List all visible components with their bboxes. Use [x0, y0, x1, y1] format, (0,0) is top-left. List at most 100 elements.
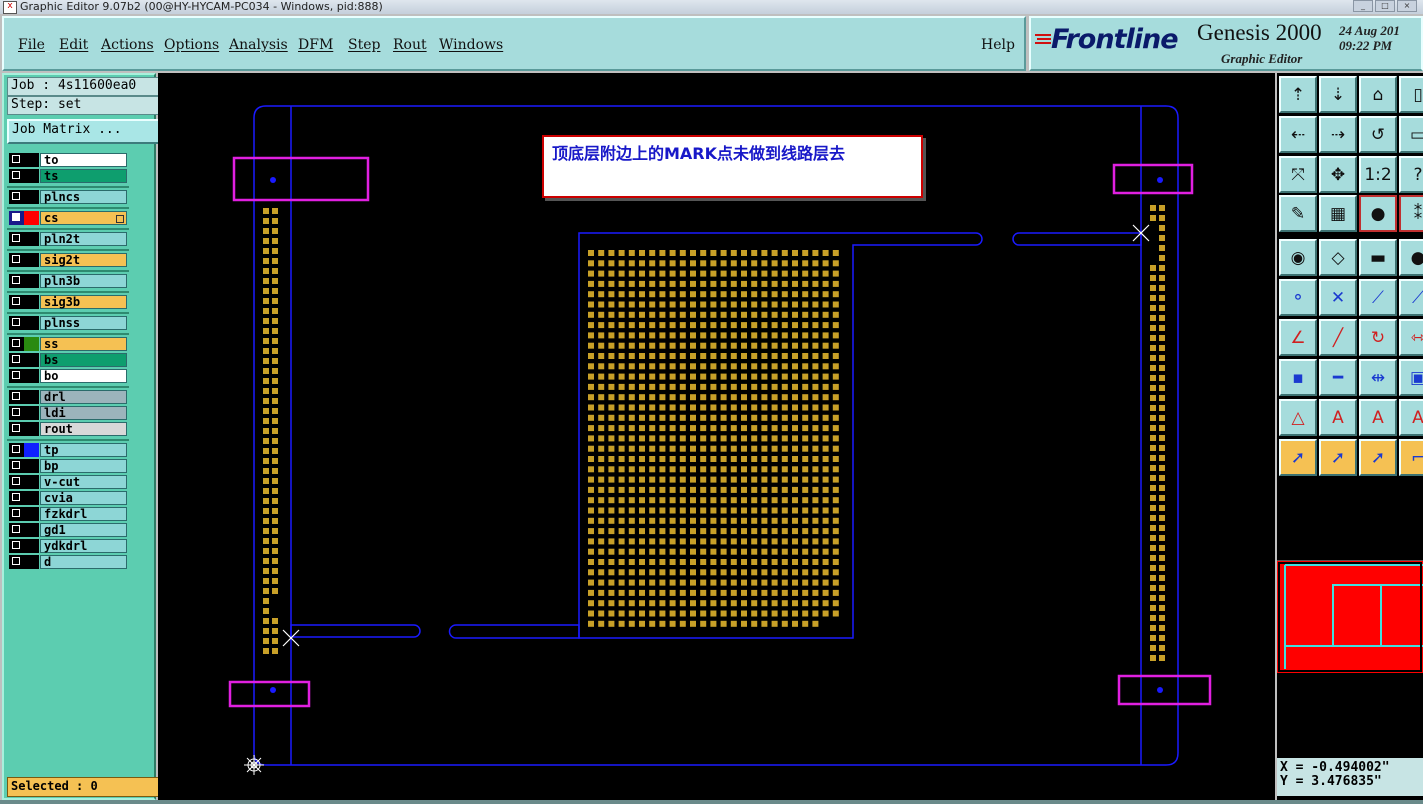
tool-button-pointer-step[interactable]: ⌐	[1399, 439, 1423, 476]
tool-button-zoom-home-down[interactable]: ⇣	[1319, 76, 1357, 113]
layer-checkbox[interactable]	[9, 253, 24, 267]
layer-row-bo[interactable]: bo	[9, 369, 127, 383]
layer-checkbox[interactable]	[9, 459, 24, 473]
layer-name[interactable]: drl	[40, 390, 127, 404]
tool-button-zoom-home-up[interactable]: ⇡	[1279, 76, 1317, 113]
tool-button-rotate-arc[interactable]: ↻	[1359, 319, 1397, 356]
tool-button-home[interactable]: ⌂	[1359, 76, 1397, 113]
layer-row-plncs[interactable]: plncs	[9, 190, 127, 204]
tool-button-pointer[interactable]: ➚	[1279, 439, 1317, 476]
layer-checkbox[interactable]	[9, 475, 24, 489]
close-button[interactable]: ×	[1397, 0, 1417, 12]
layer-name[interactable]: tp	[40, 443, 127, 457]
layer-checkbox[interactable]	[9, 295, 24, 309]
layer-checkbox[interactable]	[9, 316, 24, 330]
tool-button-slope-line[interactable]: ╱	[1319, 319, 1357, 356]
tool-button-pointer-diamond[interactable]: ➚	[1359, 439, 1397, 476]
menu-windows[interactable]: Windows	[439, 37, 503, 53]
tool-button-pad-select[interactable]: ▪	[1279, 359, 1317, 396]
layer-row-fzkdrl[interactable]: fzkdrl	[9, 507, 127, 521]
graphic-canvas[interactable]: 顶底层附边上的MARK点未做到线路层去	[158, 73, 1275, 800]
menu-edit[interactable]: Edit	[59, 37, 88, 53]
tool-button-pan-left[interactable]: ⇠	[1279, 116, 1317, 153]
tool-button-zoom-box[interactable]: ▭	[1399, 116, 1423, 153]
tool-button-polygon-b[interactable]: A	[1359, 399, 1397, 436]
layer-checkbox[interactable]	[9, 153, 24, 167]
tool-button-traffic-light[interactable]: ●	[1359, 195, 1397, 232]
layer-checkbox[interactable]	[9, 211, 24, 225]
layer-checkbox[interactable]	[9, 274, 24, 288]
layer-name[interactable]: gd1	[40, 523, 127, 537]
layer-name[interactable]: pln2t	[40, 232, 127, 246]
layer-name[interactable]: ts	[40, 169, 127, 183]
layer-checkbox[interactable]	[9, 353, 24, 367]
tool-button-pan-right[interactable]: ⇢	[1319, 116, 1357, 153]
layer-name[interactable]: pln3b	[40, 274, 127, 288]
layer-row-v-cut[interactable]: v-cut	[9, 475, 127, 489]
layer-name[interactable]: cs	[40, 211, 127, 225]
layer-checkbox[interactable]	[9, 369, 24, 383]
layer-checkbox[interactable]	[9, 523, 24, 537]
layer-name[interactable]: ydkdrl	[40, 539, 127, 553]
tool-button-snap[interactable]: ⁑	[1399, 195, 1423, 232]
layer-row-ldi[interactable]: ldi	[9, 406, 127, 420]
tool-button-ruler[interactable]: ▬	[1359, 239, 1397, 276]
layer-row-to[interactable]: to	[9, 153, 127, 167]
layer-row-cs[interactable]: cs	[9, 211, 127, 225]
layer-name[interactable]: ldi	[40, 406, 127, 420]
layer-name[interactable]: ss	[40, 337, 127, 351]
tool-button-scale-1-2[interactable]: 1:2	[1359, 156, 1397, 193]
layer-name[interactable]: cvia	[40, 491, 127, 505]
minimize-button[interactable]: _	[1353, 0, 1373, 12]
layer-checkbox[interactable]	[9, 539, 24, 553]
layer-checkbox[interactable]	[9, 422, 24, 436]
tool-button-page[interactable]: ▯	[1399, 76, 1423, 113]
layer-name[interactable]: bs	[40, 353, 127, 367]
tool-button-fit-selection[interactable]: ✥	[1319, 156, 1357, 193]
menu-options[interactable]: Options	[164, 37, 219, 53]
layer-row-gd1[interactable]: gd1	[9, 523, 127, 537]
layer-checkbox[interactable]	[9, 491, 24, 505]
menu-file[interactable]: File	[18, 37, 45, 53]
menu-help[interactable]: Help	[981, 37, 1015, 53]
job-matrix-button[interactable]: Job Matrix ...	[7, 119, 160, 144]
tool-button-flip[interactable]: ↺	[1359, 116, 1397, 153]
tool-button-dimension[interactable]: ⇹	[1359, 359, 1397, 396]
tool-button-angle[interactable]: ∠	[1279, 319, 1317, 356]
menu-rout[interactable]: Rout	[393, 37, 427, 53]
layer-row-pln3b[interactable]: pln3b	[9, 274, 127, 288]
layer-row-drl[interactable]: drl	[9, 390, 127, 404]
tool-button-dot[interactable]: ●	[1399, 239, 1423, 276]
tool-button-camera[interactable]: ◉	[1279, 239, 1317, 276]
tool-button-pointer-box[interactable]: ➚	[1319, 439, 1357, 476]
layer-row-tp[interactable]: tp	[9, 443, 127, 457]
tool-button-connect-nodes[interactable]: ⚬	[1279, 279, 1317, 316]
menu-analysis[interactable]: Analysis	[229, 37, 288, 53]
layer-row-sig2t[interactable]: sig2t	[9, 253, 127, 267]
tool-button-shape-edit[interactable]: ◇	[1319, 239, 1357, 276]
layer-name[interactable]: sig2t	[40, 253, 127, 267]
layer-row-rout[interactable]: rout	[9, 422, 127, 436]
tool-button-polygon-c[interactable]: A	[1399, 399, 1423, 436]
layer-checkbox[interactable]	[9, 337, 24, 351]
tool-button-fit-all[interactable]: ⤧	[1279, 156, 1317, 193]
layer-checkbox[interactable]	[9, 443, 24, 457]
layer-name[interactable]: d	[40, 555, 127, 569]
layer-name[interactable]: v-cut	[40, 475, 127, 489]
layer-checkbox[interactable]	[9, 390, 24, 404]
tool-button-line-node[interactable]: ⟋	[1359, 279, 1397, 316]
layer-name[interactable]: fzkdrl	[40, 507, 127, 521]
overview-map[interactable]	[1277, 560, 1423, 673]
menu-step[interactable]: Step	[348, 37, 380, 53]
layer-row-cvia[interactable]: cvia	[9, 491, 127, 505]
menu-actions[interactable]: Actions	[101, 37, 154, 53]
maximize-button[interactable]: □	[1375, 0, 1395, 12]
layer-name[interactable]: bo	[40, 369, 127, 383]
tool-button-measure[interactable]: ✎	[1279, 195, 1317, 232]
layer-row-sig3b[interactable]: sig3b	[9, 295, 127, 309]
layer-name[interactable]: plnss	[40, 316, 127, 330]
layer-name[interactable]: rout	[40, 422, 127, 436]
tool-button-line-select[interactable]: ━	[1319, 359, 1357, 396]
layer-row-d[interactable]: d	[9, 555, 127, 569]
menu-dfm[interactable]: DFM	[298, 37, 333, 53]
